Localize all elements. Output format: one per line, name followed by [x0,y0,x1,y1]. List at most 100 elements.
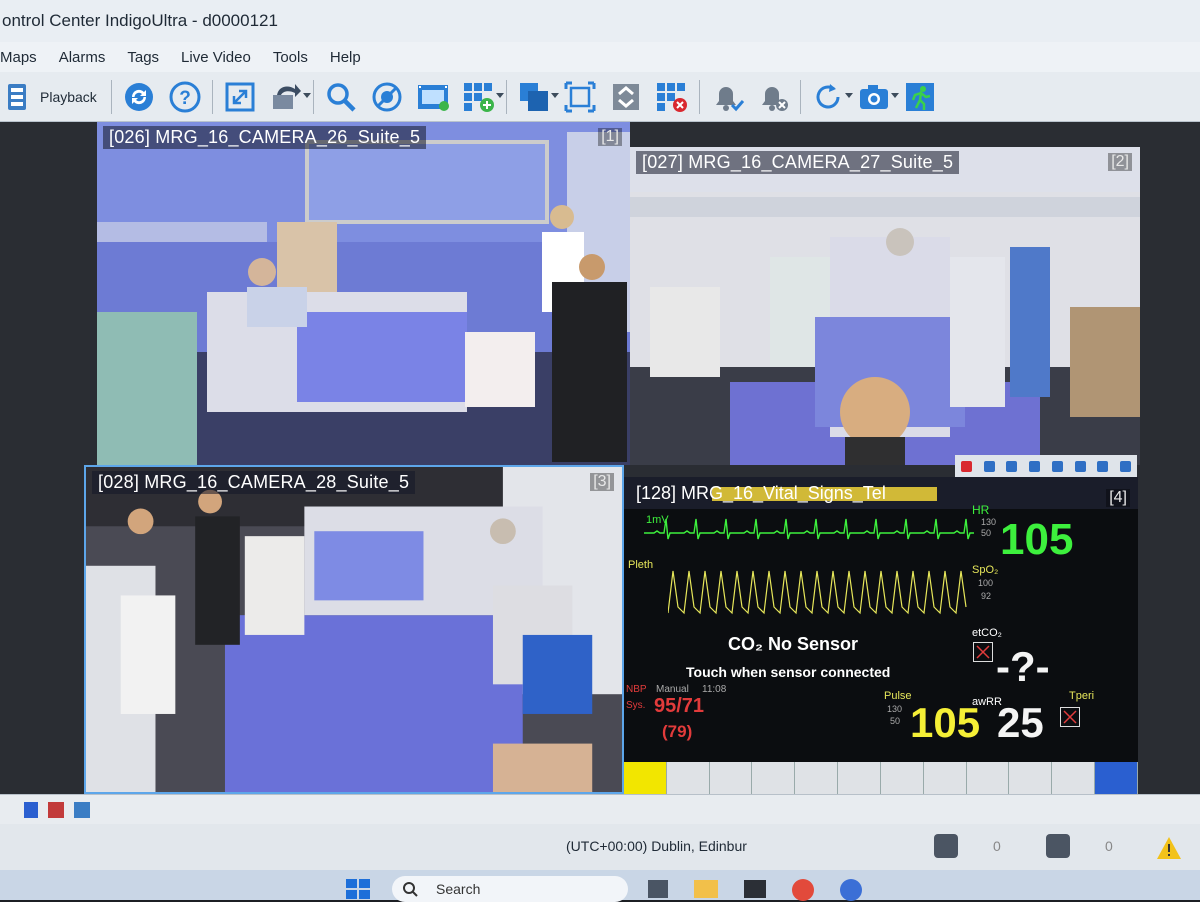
toolbar-separator [505,79,507,114]
windows-start-icon[interactable] [345,878,371,900]
alarm-clear-icon[interactable] [756,80,790,114]
monitor-key[interactable] [710,762,753,794]
fullscreen-icon[interactable] [223,80,257,114]
tile-index: [2] [1108,153,1132,171]
alarm-off-icon [1060,707,1080,727]
fit-icon[interactable] [563,80,597,114]
help-icon[interactable]: ? [168,80,202,114]
mini-tool-icon[interactable] [1120,460,1132,472]
monitor-key[interactable] [752,762,796,794]
nibp-sys-label: Sys. [626,700,646,711]
monitor-key-main[interactable] [1095,762,1138,794]
spo2-limit-low: 92 [981,591,992,601]
vital-signs-tile[interactable]: [128] MRG_16_Vital_Signs_Tel [4] 1mV HR … [624,477,1138,794]
mini-tool-icon[interactable] [1029,460,1041,472]
camera-label: [128] MRG_16_Vital_Signs_Tel [636,483,886,503]
menu-maps[interactable]: Maps [0,49,37,66]
monitor-key[interactable] [838,762,881,794]
menu-live-video[interactable]: Live Video [181,49,251,66]
chrome-icon[interactable] [792,879,814,901]
search-icon[interactable] [324,80,358,114]
search-icon [403,882,418,897]
tile-index: [3] [590,473,614,491]
camera-tile-27[interactable]: [027] MRG_16_CAMERA_27_Suite_5 [2] [630,147,1140,465]
mini-tool-icon[interactable] [1097,460,1109,472]
layout-icon[interactable] [517,80,559,114]
monitor-key[interactable] [795,762,839,794]
tperi-label: Tperi [1069,690,1095,702]
mini-tool-icon[interactable] [1006,460,1018,472]
bookmark-icon[interactable] [24,802,38,818]
nibp-time: 11:08 [702,684,727,695]
pleth-waveform [668,570,967,615]
co2-message: CO₂ No Sensor [728,634,859,654]
spo2-limit-high: 100 [978,578,994,588]
pulse-limit-low: 50 [890,716,901,726]
toolbar-separator [312,79,314,114]
mini-tool-icon[interactable] [1074,460,1086,472]
alarm-ack-icon[interactable] [710,80,744,114]
timezone-label: (UTC+00:00) Dublin, Edinbur [566,838,747,854]
app-icon[interactable] [744,880,766,898]
co2-sub-message: Touch when sensor connected [686,664,891,680]
menu-tags[interactable]: Tags [127,49,159,66]
app-icon[interactable] [840,879,862,901]
playback-button[interactable]: Playback [0,80,97,114]
message-count: 0 [1105,838,1113,854]
film-icon[interactable] [416,80,450,114]
window-title: ontrol Center IndigoUltra - d0000121 [2,11,278,30]
camera-tile-26[interactable]: [026] MRG_16_CAMERA_26_Suite_5 [1] [97,122,630,465]
export-icon[interactable] [269,80,311,114]
hr-label: HR [972,503,990,517]
menu-tools[interactable]: Tools [273,49,308,66]
toolbar-separator [698,79,700,114]
monitor-key[interactable] [881,762,924,794]
file-explorer-icon[interactable] [694,880,718,898]
nibp-mode: Manual [656,684,689,695]
camera-label: [027] MRG_16_CAMERA_27_Suite_5 [636,151,960,174]
warning-icon[interactable] [1156,836,1182,860]
refresh-icon[interactable] [122,80,156,114]
monitor-key[interactable] [1009,762,1053,794]
awrr-value: 25 [997,699,1044,746]
export-clip-icon[interactable] [48,802,64,818]
run-icon[interactable] [903,80,937,114]
monitor-key[interactable] [1052,762,1096,794]
toolbar: Playback ? [0,72,1200,122]
add-layout-icon[interactable] [462,80,504,114]
record-icon[interactable] [960,460,972,472]
monitor-key[interactable] [667,762,710,794]
monitor-key[interactable] [924,762,967,794]
menu-help[interactable]: Help [330,49,361,66]
mini-tool-icon[interactable] [1051,460,1063,472]
no-filter-icon[interactable] [370,80,404,114]
toolbar-separator [110,79,112,114]
rotate-icon[interactable] [811,80,853,114]
tile-index: [1] [598,128,622,146]
message-icon[interactable] [1046,834,1070,858]
swap-icon[interactable] [609,80,643,114]
spo2-label: SpO₂ [972,564,999,576]
monitor-key-alarm[interactable] [624,762,667,794]
menu-alarms[interactable]: Alarms [59,49,106,66]
document-icon[interactable] [74,802,90,818]
camera-feed [630,147,1140,465]
monitor-header: [128] MRG_16_Vital_Signs_Tel [624,477,1138,509]
mini-tool-icon[interactable] [983,460,995,472]
etco2-value: -?- [996,643,1050,690]
etco2-label: etCO₂ [972,627,1002,639]
remove-layout-icon[interactable] [655,80,689,114]
monitor-footer [624,762,1138,794]
taskbar-search[interactable]: Search [392,876,628,902]
playback-icon [0,80,34,114]
taskbar: Search [0,870,1200,902]
task-view-icon[interactable] [648,880,668,898]
alarm-bell-icon[interactable] [934,834,958,858]
taskbar-search-placeholder: Search [436,881,481,897]
title-bar: ontrol Center IndigoUltra - d0000121 [0,0,1200,42]
monitor-key[interactable] [967,762,1010,794]
camera-tile-28[interactable]: [028] MRG_16_CAMERA_28_Suite_5 [3] [84,465,624,794]
snapshot-icon[interactable] [857,80,899,114]
status-bar-icons [0,794,1200,825]
toolbar-separator [211,79,213,114]
